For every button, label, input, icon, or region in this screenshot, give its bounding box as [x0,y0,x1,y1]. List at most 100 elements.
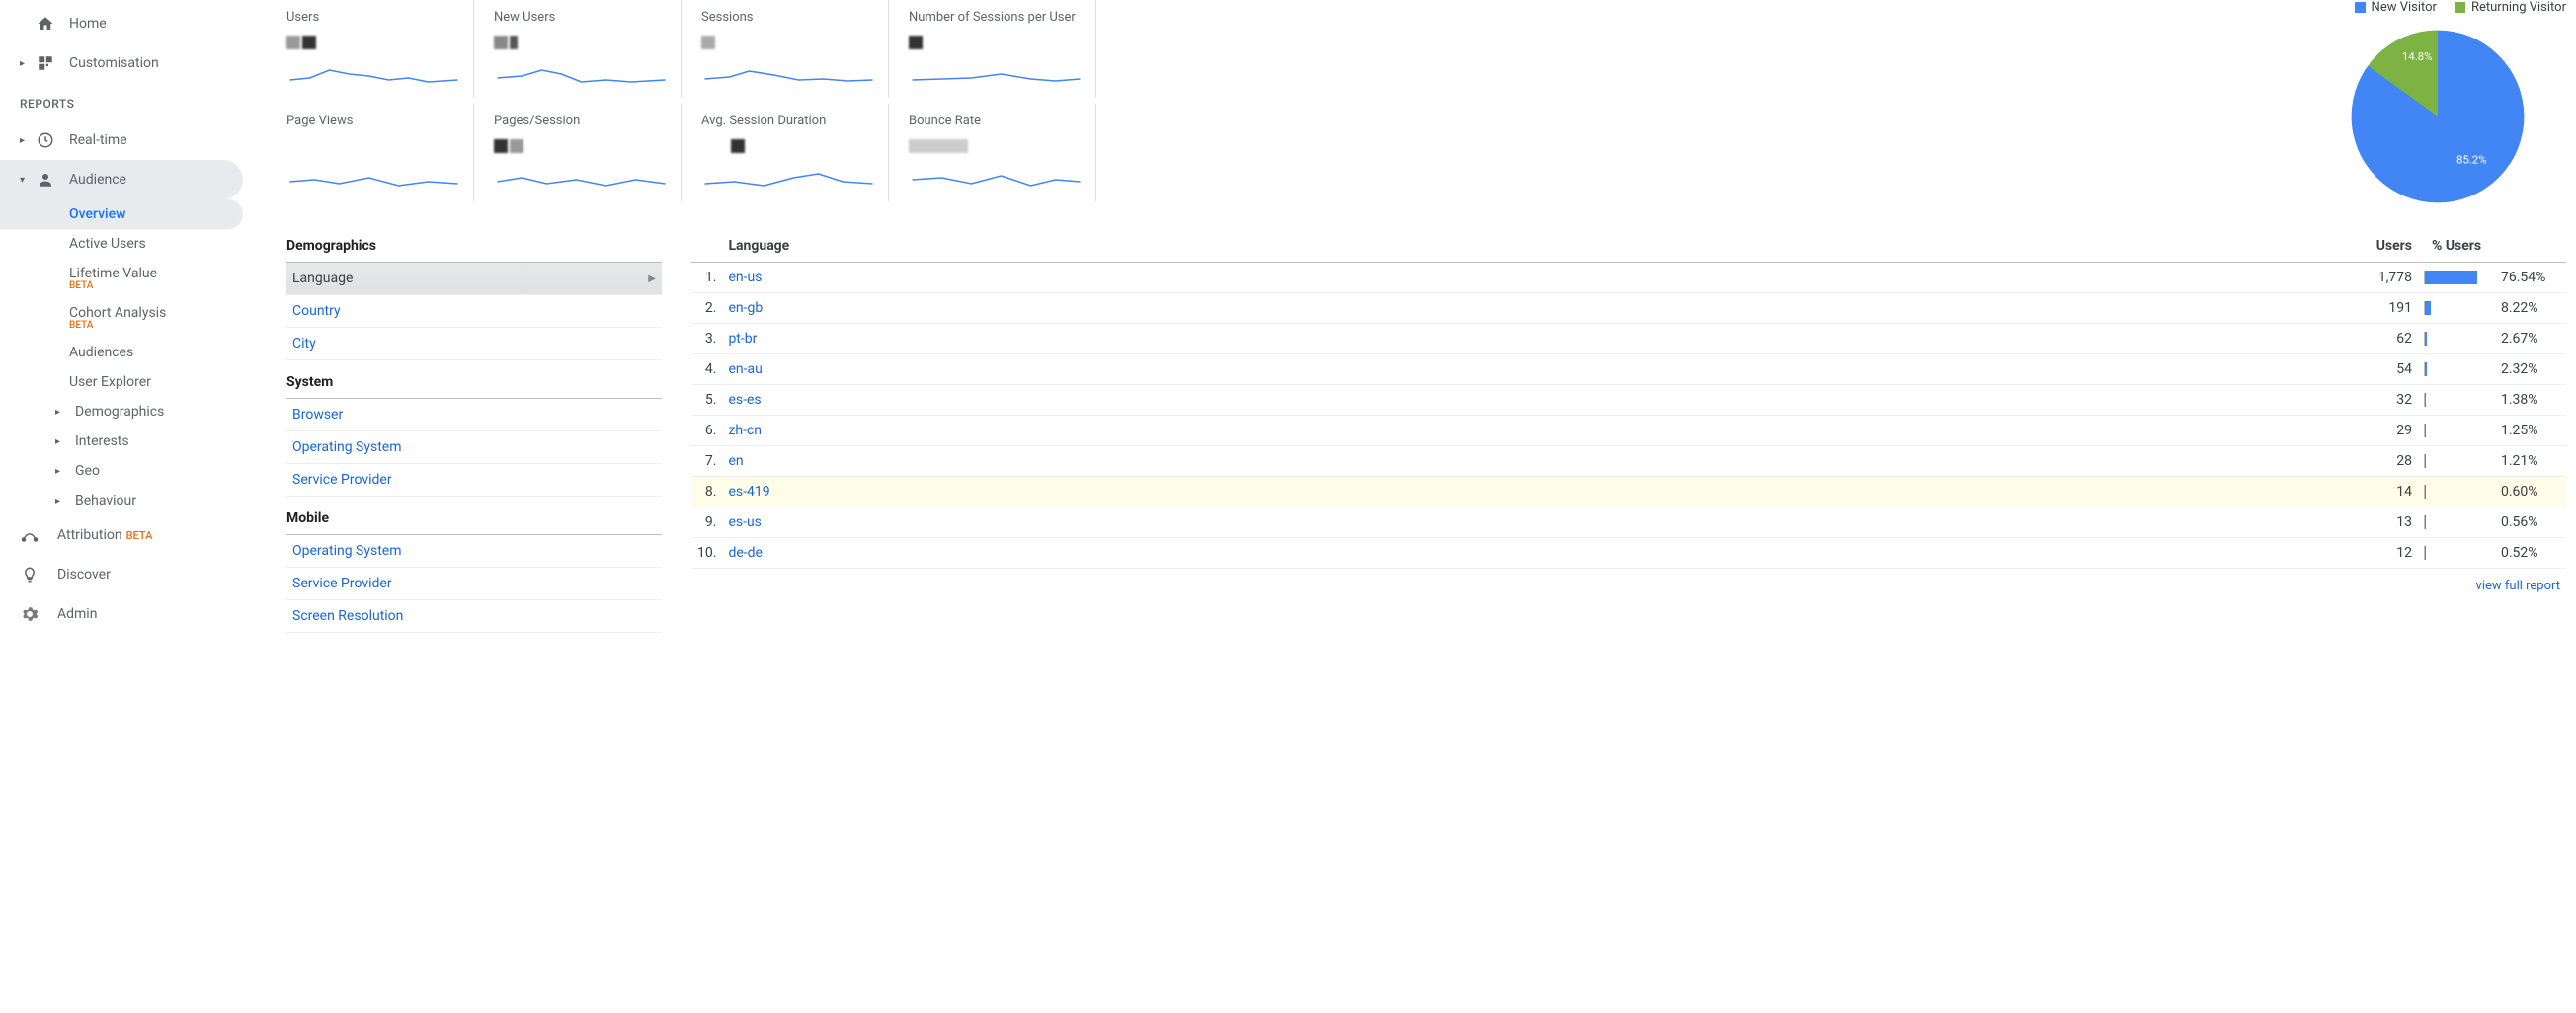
sparkline [286,60,461,88]
row-users: 28 [1747,446,2418,477]
metric-value [909,31,1084,56]
table-row[interactable]: 5.es-es321.38% [691,385,2566,416]
dim-os[interactable]: Operating System [286,431,662,464]
row-rank: 4. [691,354,722,385]
metric-sessions[interactable]: Sessions [701,0,889,98]
sparkline [494,164,669,192]
row-pct: 1.21% [2418,446,2566,477]
dim-label: Language [292,271,353,286]
sub-geo[interactable]: ▸Geo [0,456,267,486]
metric-pages-session[interactable]: Pages/Session [494,104,682,201]
row-users: 32 [1747,385,2418,416]
beta-badge: BETA [126,529,153,542]
dim-mobile-os[interactable]: Operating System [286,535,662,568]
beta-badge: BETA [69,280,251,291]
row-language-link[interactable]: es-us [722,507,1746,538]
sparkline [286,164,461,192]
nav-admin[interactable]: Admin [0,594,267,634]
sub-cohort-analysis[interactable]: Cohort AnalysisBETA [0,298,267,338]
row-language-link[interactable]: pt-br [722,324,1746,354]
table-row[interactable]: 10.de-de120.52% [691,538,2566,569]
metric-new-users[interactable]: New Users [494,0,682,98]
metric-label: Page Views [286,114,461,128]
row-pct: 0.52% [2418,538,2566,569]
metric-page-views[interactable]: Page Views [286,104,474,201]
sub-label: Geo [75,463,100,479]
table-row[interactable]: 4.en-au542.32% [691,354,2566,385]
metric-value [701,31,876,56]
sub-user-explorer[interactable]: User Explorer [0,367,267,397]
nav-customisation[interactable]: ▸ Customisation [0,43,267,83]
metric-sessions-per-user[interactable]: Number of Sessions per User [909,0,1096,98]
nav-audience[interactable]: ▾ Audience [0,160,243,199]
col-header-pct-users[interactable]: % Users [2418,230,2566,263]
row-language-link[interactable]: es-es [722,385,1746,416]
nav-discover[interactable]: Discover [0,555,267,594]
metric-avg-session-duration[interactable]: Avg. Session Duration [701,104,889,201]
table-row[interactable]: 9.es-us130.56% [691,507,2566,538]
row-pct: 2.32% [2418,354,2566,385]
metric-label: Users [286,10,461,25]
table-row[interactable]: 3.pt-br622.67% [691,324,2566,354]
metric-label: Sessions [701,10,876,25]
row-language-link[interactable]: en-au [722,354,1746,385]
row-users: 1,778 [1747,263,2418,293]
row-language-link[interactable]: es-419 [722,477,1746,507]
row-language-link[interactable]: de-de [722,538,1746,569]
person-icon [36,170,55,190]
pie-slice-label: 85.2% [2456,153,2487,167]
row-pct: 76.54% [2418,263,2566,293]
bulb-icon [20,565,40,584]
table-row[interactable]: 2.en-gb1918.22% [691,293,2566,324]
row-users: 13 [1747,507,2418,538]
sub-audiences[interactable]: Audiences [0,338,267,367]
dimension-selector: Demographics Language▶ Country City Syst… [286,230,662,633]
dim-language[interactable]: Language▶ [286,263,662,295]
row-language-link[interactable]: en-gb [722,293,1746,324]
dim-mobile-service-provider[interactable]: Service Provider [286,568,662,600]
dim-country[interactable]: Country [286,295,662,328]
table-row[interactable]: 1.en-us1,77876.54% [691,263,2566,293]
row-rank: 7. [691,446,722,477]
sidebar: Home ▸ Customisation REPORTS ▸ Real-time… [0,0,267,643]
row-rank: 1. [691,263,722,293]
dim-service-provider[interactable]: Service Provider [286,464,662,497]
row-users: 54 [1747,354,2418,385]
table-row[interactable]: 8.es-419140.60% [691,477,2566,507]
nav-home[interactable]: Home [0,4,267,43]
table-row[interactable]: 6.zh-cn291.25% [691,416,2566,446]
dashboard-icon [36,53,55,73]
row-pct: 1.38% [2418,385,2566,416]
sub-overview[interactable]: Overview [0,199,243,229]
sub-demographics[interactable]: ▸Demographics [0,397,267,427]
metric-users[interactable]: Users [286,0,474,98]
table-row[interactable]: 7.en281.21% [691,446,2566,477]
sub-active-users[interactable]: Active Users [0,229,267,259]
caret-right-icon: ▸ [55,496,60,506]
sub-behaviour[interactable]: ▸Behaviour [0,486,267,515]
link-label: view full report [2476,579,2560,593]
sub-lifetime-value[interactable]: Lifetime ValueBETA [0,259,267,298]
dim-city[interactable]: City [286,328,662,360]
metric-label: Number of Sessions per User [909,10,1084,25]
row-language-link[interactable]: en-us [722,263,1746,293]
caret-right-icon: ▸ [55,436,60,447]
sub-label: Active Users [69,236,146,252]
nav-realtime[interactable]: ▸ Real-time [0,120,267,160]
nav-label: Attribution [57,527,122,543]
main-content: Users New Users Sessions [267,0,2576,643]
dim-browser[interactable]: Browser [286,399,662,431]
dim-screen-resolution[interactable]: Screen Resolution [286,600,662,633]
col-header-language[interactable]: Language [722,230,1746,263]
pie-legend: New Visitor Returning Visitor [2309,0,2566,15]
row-language-link[interactable]: en [722,446,1746,477]
row-rank: 6. [691,416,722,446]
view-full-report-link[interactable]: view full report [691,569,2566,603]
metric-bounce-rate[interactable]: Bounce Rate [909,104,1096,201]
reports-section-label: REPORTS [0,83,267,120]
clock-icon [36,130,55,150]
nav-attribution[interactable]: Attribution BETA [0,515,267,555]
sub-interests[interactable]: ▸Interests [0,427,267,456]
col-header-users[interactable]: Users [1747,230,2418,263]
row-language-link[interactable]: zh-cn [722,416,1746,446]
